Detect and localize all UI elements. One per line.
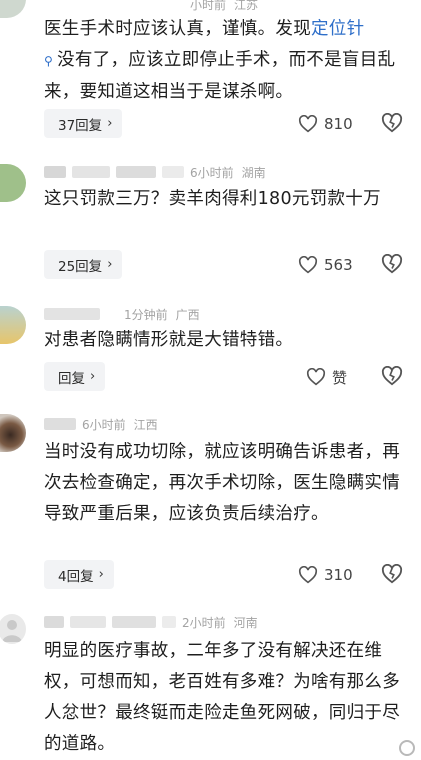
avatar[interactable]: [0, 306, 26, 344]
like-count: 310: [324, 566, 353, 584]
avatar[interactable]: [0, 0, 26, 18]
comment-location: 江西: [133, 417, 158, 432]
comment-meta: 1分钟前 广西: [44, 306, 200, 322]
like-button[interactable]: 赞: [306, 365, 347, 389]
comment-text: 当时没有成功切除，就应该明确告诉患者，再次去检查确定，再次手术切除，医生隐瞒实情…: [44, 442, 400, 524]
comment-text-part: 没有了，应该立即停止手术，而不是盲目乱来，要知道这相当于是谋杀啊。: [44, 50, 396, 102]
heart-broken-icon: [381, 112, 403, 133]
heart-broken-icon: [381, 563, 403, 584]
comment-time: 1分钟前: [124, 307, 168, 322]
heart-outline-icon: [298, 115, 318, 133]
username-blurred: [112, 616, 156, 628]
reply-label: 25回复: [58, 258, 103, 275]
username-blurred: [72, 166, 110, 178]
username-blurred: [70, 616, 106, 628]
reply-count-button[interactable]: 37回复 ›: [44, 109, 123, 138]
username-blurred[interactable]: [44, 418, 76, 430]
avatar[interactable]: [0, 614, 26, 644]
heart-outline-icon: [306, 368, 326, 386]
username-blurred[interactable]: [44, 308, 100, 320]
search-icon: ⚲: [44, 54, 54, 68]
comment-location: 河南: [233, 615, 258, 630]
dislike-button[interactable]: [381, 365, 403, 388]
like-count: 563: [324, 256, 353, 274]
reply-label: 4回复: [58, 568, 94, 585]
username-blurred: [162, 616, 176, 628]
username-blurred[interactable]: [44, 616, 64, 628]
avatar[interactable]: [0, 164, 26, 202]
comment-location: 湖南: [241, 165, 266, 180]
dislike-button[interactable]: [381, 563, 403, 586]
comment-text: 这只罚款三万？卖羊肉得利180元罚款十万: [44, 189, 381, 209]
scroll-indicator-icon: [399, 740, 415, 756]
comment-meta: 6小时前 湖南: [44, 164, 266, 180]
comment-meta: 6小时前 江西: [44, 416, 158, 432]
comment-location: 广西: [175, 307, 200, 322]
reply-count-button[interactable]: 4回复 ›: [44, 560, 114, 589]
reply-label: 回复: [58, 370, 85, 387]
chevron-right-icon: ›: [90, 369, 96, 384]
reply-count-button[interactable]: 25回复 ›: [44, 250, 123, 279]
like-button[interactable]: 310: [298, 563, 353, 587]
comment-time: 2小时前: [182, 615, 226, 630]
username-blurred: [116, 166, 156, 178]
like-button[interactable]: 810: [298, 112, 353, 136]
like-button[interactable]: 563: [298, 253, 353, 277]
comment-meta: 2小时前 河南: [44, 614, 258, 630]
comment-text: 对患者隐瞒情形就是大错特错。: [44, 330, 294, 350]
reply-label: 37回复: [58, 117, 103, 134]
heart-outline-icon: [298, 256, 318, 274]
comment-text: 明显的医疗事故，二年多了没有解决还在维权，可想而知，老百姓有多难？为啥有那么多人…: [44, 641, 400, 754]
heart-broken-icon: [381, 365, 403, 386]
username-blurred[interactable]: [44, 166, 66, 178]
comment-meta: 小时前 江苏: [190, 0, 258, 12]
chevron-right-icon: ›: [107, 116, 113, 131]
dislike-button[interactable]: [381, 112, 403, 135]
search-link[interactable]: 定位针: [311, 19, 364, 39]
heart-broken-icon: [381, 253, 403, 274]
chevron-right-icon: ›: [107, 257, 113, 272]
username-blurred: [162, 166, 184, 178]
reply-button[interactable]: 回复 ›: [44, 362, 106, 391]
comment-time: 小时前: [190, 0, 227, 12]
dislike-button[interactable]: [381, 253, 403, 276]
default-avatar-icon: [2, 620, 22, 642]
avatar[interactable]: [0, 414, 26, 452]
chevron-right-icon: ›: [98, 567, 104, 582]
heart-outline-icon: [298, 566, 318, 584]
like-count: 赞: [332, 368, 348, 387]
comment-text-part: 医生手术时应该认真，谨慎。发现: [44, 19, 311, 39]
comment-text: 医生手术时应该认真，谨慎。发现定位针 ⚲ 没有了，应该立即停止手术，而不是盲目乱来…: [44, 14, 414, 108]
comment-location: 江苏: [234, 0, 259, 12]
comment-time: 6小时前: [82, 417, 126, 432]
like-count: 810: [324, 115, 353, 133]
comment-time: 6小时前: [190, 165, 234, 180]
